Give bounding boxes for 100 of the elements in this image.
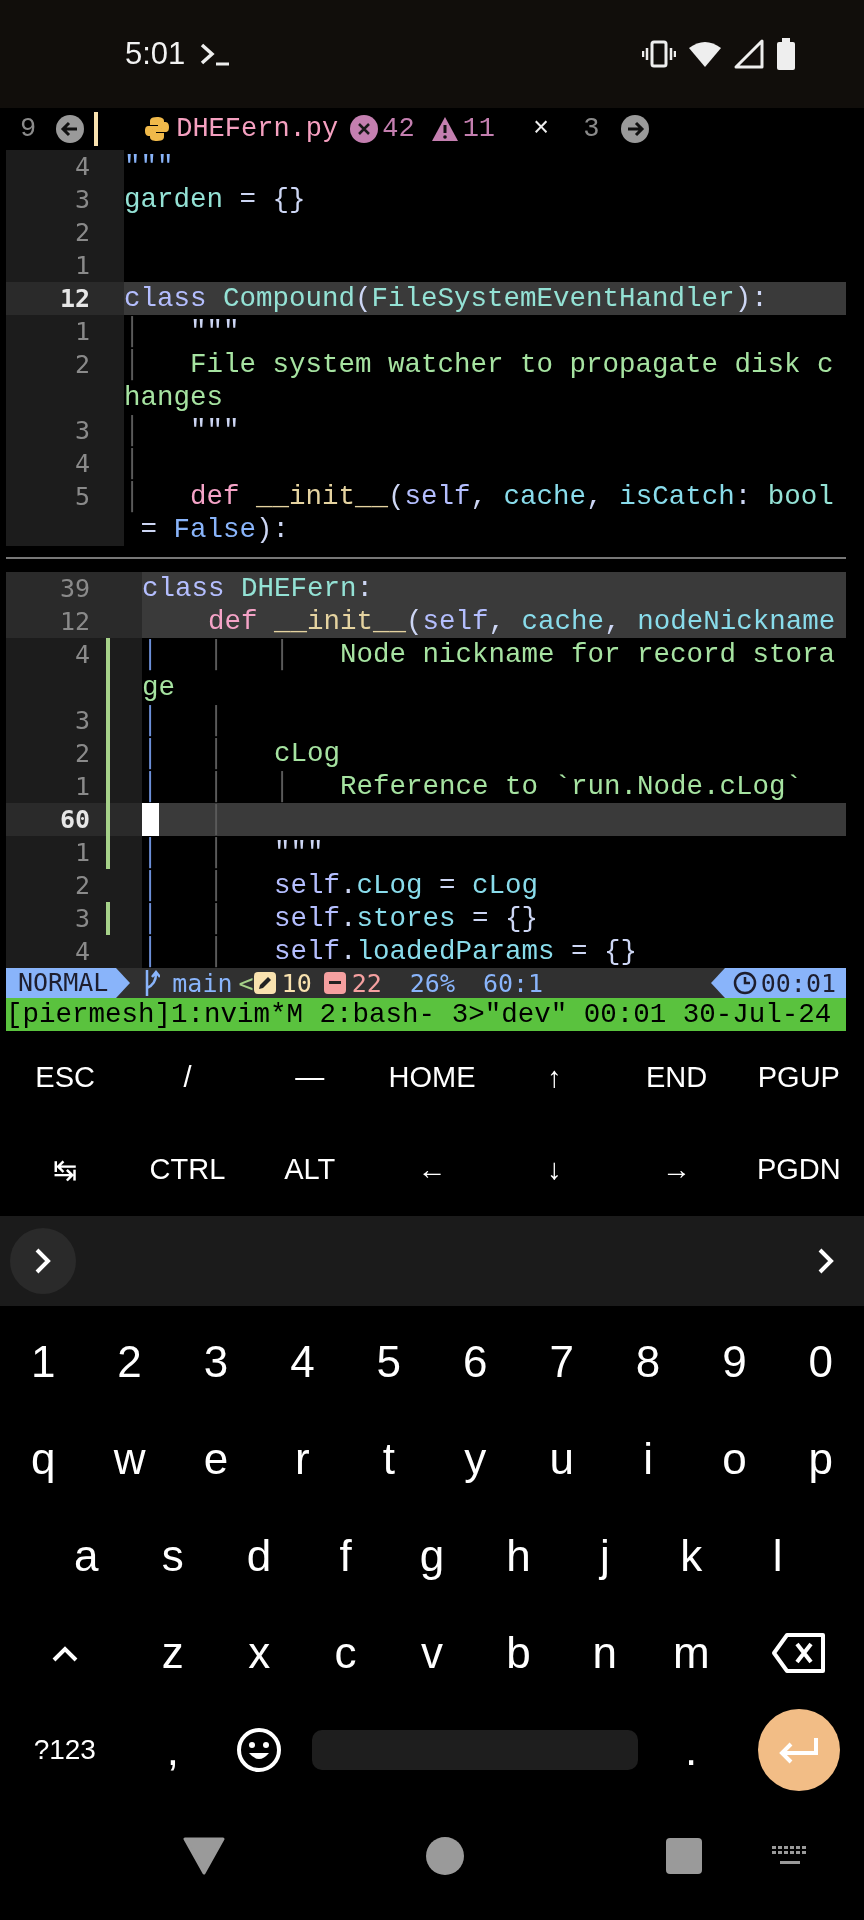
keyboard-key[interactable]: s [161, 1530, 184, 1581]
extra-key[interactable]: ALT [284, 1153, 336, 1186]
clock-icon [732, 971, 757, 995]
keyboard-key[interactable]: p [808, 1433, 834, 1484]
keyboard-key[interactable]: j [599, 1530, 610, 1581]
backspace-icon[interactable] [771, 1631, 828, 1674]
smiley-icon[interactable] [236, 1726, 283, 1773]
keyboard-key[interactable]: c [334, 1627, 357, 1678]
tmux-window[interactable]: 3>"dev" [451, 999, 568, 1030]
line-number: 1 [73, 251, 90, 280]
git-branch: main [172, 968, 233, 998]
keyboard-key[interactable]: 4 [290, 1336, 315, 1387]
error-icon [350, 115, 379, 143]
extra-key[interactable]: ESC [35, 1060, 95, 1094]
error-count: 42 [382, 114, 415, 144]
code-line: = False): [139, 513, 290, 546]
extra-key[interactable]: → [662, 1153, 692, 1186]
python-icon [144, 116, 171, 142]
elapsed-time: 00:01 [760, 968, 836, 998]
keyboard-key[interactable]: u [549, 1433, 574, 1484]
tmux-date: 30-Jul-24 [682, 999, 832, 1030]
line-number: 3 [73, 706, 90, 735]
keyboard-key[interactable]: 3 [203, 1336, 229, 1387]
keyboard-key[interactable]: . [685, 1724, 698, 1775]
keyboard-key[interactable]: v [421, 1627, 443, 1678]
keyboard-key[interactable]: e [203, 1433, 229, 1484]
line-number: 3 [73, 904, 90, 933]
buffer-count: 9 [20, 114, 37, 144]
keyboard-key[interactable]: t [382, 1433, 395, 1484]
next-buffer-icon[interactable] [621, 115, 650, 143]
keyboard-key[interactable]: y [464, 1433, 487, 1484]
keyboard-key[interactable]: k [680, 1530, 703, 1581]
tmux-window[interactable]: 1:nvim*M [171, 999, 304, 1030]
back-icon[interactable] [182, 1837, 225, 1875]
previous-buffer-icon[interactable] [56, 115, 85, 143]
separator-glyph: < [238, 968, 254, 998]
extra-key[interactable]: END [645, 1060, 708, 1094]
code-line: ge [142, 671, 175, 704]
home-icon[interactable] [425, 1836, 466, 1876]
line-number: 2 [73, 871, 90, 900]
line-number: 60 [58, 805, 90, 834]
extra-key[interactable]: ↓ [547, 1153, 562, 1186]
vibrate-icon [642, 40, 676, 68]
terminal-icon [199, 41, 232, 67]
keyboard-key[interactable]: w [113, 1433, 146, 1484]
keyboard-key[interactable]: 1 [30, 1336, 56, 1387]
warning-icon [430, 116, 459, 142]
line-number: 2 [73, 350, 90, 379]
line-number: 1 [73, 838, 90, 867]
symbols-key[interactable]: ?123 [33, 1733, 96, 1766]
code-line: hanges [124, 381, 224, 414]
keyboard-icon[interactable] [772, 1846, 808, 1866]
code-line: │ [124, 447, 141, 480]
keyboard-key[interactable]: n [592, 1627, 618, 1678]
extra-key[interactable]: HOME [388, 1060, 476, 1094]
line-number: 5 [73, 482, 90, 511]
chevron-right-icon [33, 1246, 53, 1276]
keyboard-key[interactable]: g [419, 1530, 445, 1581]
keyboard-key[interactable]: r [295, 1433, 310, 1484]
keyboard-key[interactable]: f [339, 1530, 352, 1581]
battery-icon [776, 38, 796, 70]
keyboard-key[interactable]: m [672, 1627, 710, 1678]
keyboard-key[interactable]: z [161, 1627, 184, 1678]
code-line: │ [207, 803, 225, 836]
keyboard-key[interactable]: 9 [722, 1336, 747, 1387]
code-line: │ │ cLog [142, 737, 341, 770]
tmux-time: 00:01 [583, 999, 667, 1030]
keyboard-key[interactable]: 2 [117, 1336, 142, 1387]
keyboard-key[interactable]: o [722, 1433, 747, 1484]
keyboard-key[interactable]: i [643, 1433, 653, 1484]
extra-key[interactable]: CTRL [149, 1153, 226, 1186]
chevron-right-icon[interactable] [816, 1246, 836, 1276]
keyboard-key[interactable]: x [248, 1627, 271, 1678]
line-number: 12 [58, 284, 90, 313]
extra-key[interactable]: PGDN [756, 1153, 841, 1186]
keyboard-key[interactable]: a [73, 1530, 99, 1581]
tmux-window[interactable]: 2:bash- [319, 999, 436, 1030]
cursor-position: 60:1 [482, 968, 544, 998]
keyboard-key[interactable]: 0 [808, 1336, 834, 1387]
keyboard-key[interactable]: 6 [463, 1336, 488, 1387]
keyboard-key[interactable]: 8 [635, 1336, 661, 1387]
buffer-count: 3 [583, 114, 600, 144]
line-number: 4 [73, 640, 90, 669]
extra-key[interactable]: PGUP [757, 1060, 840, 1094]
keyboard-key[interactable]: 5 [376, 1336, 402, 1387]
keyboard-key[interactable]: h [506, 1530, 531, 1581]
line-number: 12 [58, 607, 90, 636]
extra-key[interactable]: ↹ [53, 1152, 78, 1187]
close-buffer-button[interactable]: × [533, 114, 550, 144]
keyboard-key[interactable]: q [30, 1433, 56, 1484]
extra-key[interactable]: / [183, 1060, 192, 1094]
keyboard-key[interactable]: l [772, 1530, 783, 1581]
extra-key[interactable]: ← [417, 1153, 447, 1186]
extra-key[interactable]: ↑ [547, 1060, 562, 1094]
file-name-tab[interactable]: DHEFern.py [176, 114, 339, 144]
keyboard-key[interactable]: d [246, 1530, 272, 1581]
keyboard-key[interactable]: , [166, 1724, 179, 1775]
keyboard-key[interactable]: 7 [549, 1336, 574, 1387]
keyboard-key[interactable]: b [506, 1627, 531, 1678]
extra-key[interactable]: — [295, 1060, 325, 1094]
